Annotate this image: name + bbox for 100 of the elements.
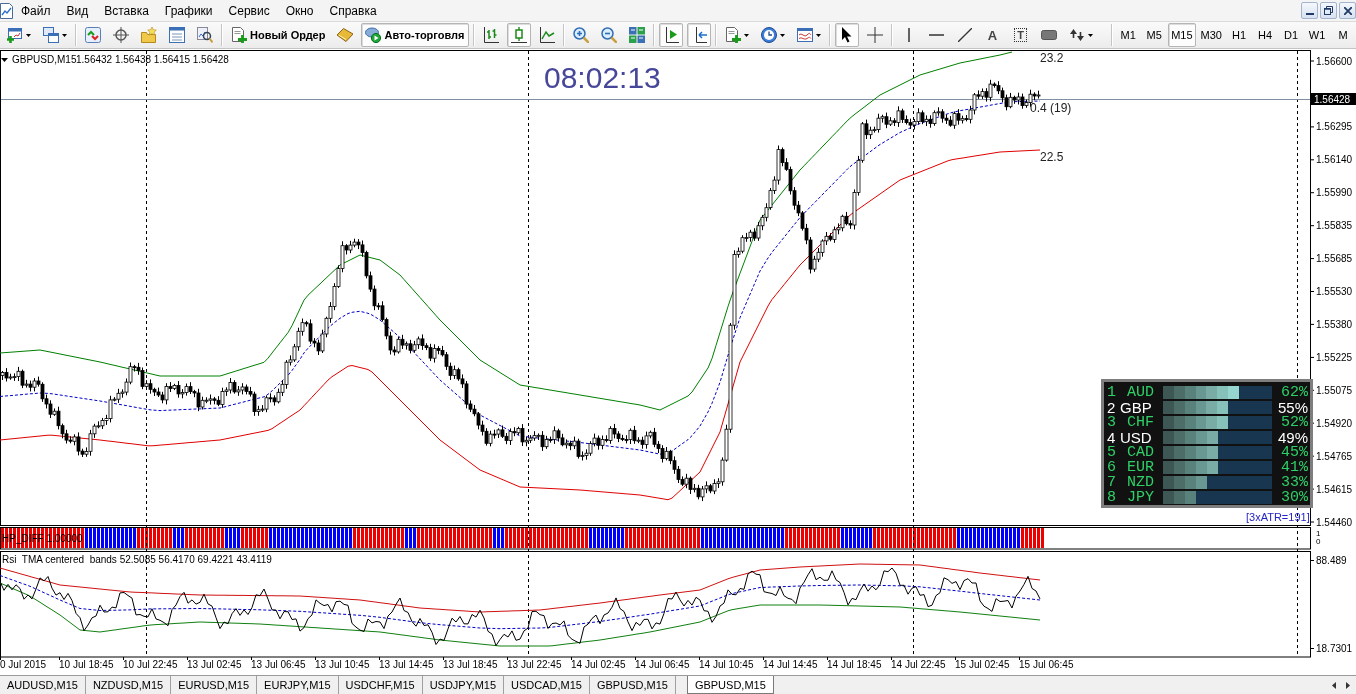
menu-item[interactable]: Справка — [321, 1, 385, 20]
chart-tab[interactable]: USDJPY,M15 — [422, 676, 505, 694]
window-plus-icon[interactable] — [7, 27, 23, 43]
restore-icon[interactable] — [1324, 6, 1333, 15]
minimize-button[interactable] — [1301, 2, 1318, 19]
currency-code: JPY — [1127, 490, 1155, 505]
price-axis-label: 1.54460 — [1316, 516, 1353, 528]
indicator-axis-label: 1 — [1316, 529, 1321, 538]
timeframe-button[interactable]: M1 — [1116, 23, 1141, 47]
time-axis-label: 15 Jul 02:45 — [955, 659, 1010, 670]
menu-item[interactable]: Файл — [13, 1, 59, 20]
clock-icon[interactable] — [760, 27, 777, 43]
price-axis-label: 1.56140 — [1316, 154, 1353, 166]
chart-tab[interactable]: AUDUSD,M15 — [0, 676, 86, 694]
new-order-button[interactable]: Новый Ордер — [227, 23, 330, 47]
menu-item[interactable]: Вставка — [96, 1, 157, 20]
rank-number: 3 — [1107, 415, 1117, 430]
chart-tab[interactable]: EURJPY,M15 — [257, 676, 339, 694]
document-plus-icon[interactable] — [724, 27, 741, 43]
scroll-left-icon[interactable] — [1332, 681, 1336, 689]
timeframe-button[interactable]: H4 — [1253, 23, 1277, 47]
price-axis-label: 1.54920 — [1316, 417, 1353, 429]
trend-line-icon[interactable] — [957, 28, 972, 42]
time-axis-label: 13 Jul 02:45 — [187, 659, 242, 670]
document-plus-icon[interactable] — [231, 27, 247, 43]
currency-code: CHF — [1127, 415, 1155, 430]
timeframe-button[interactable]: M5 — [1142, 23, 1167, 47]
chart-tab[interactable]: EURUSD,M15 — [171, 676, 258, 694]
chart-tab[interactable]: NZDUSD,M15 — [85, 676, 172, 694]
chart-document-icon[interactable] — [0, 2, 13, 19]
text-label-button[interactable]: T — [1008, 23, 1033, 47]
rank-number: 2 — [1107, 400, 1117, 415]
stacked-windows-icon[interactable] — [43, 27, 59, 43]
indicator-axis-label: 0 — [1316, 537, 1321, 546]
caret-icon[interactable] — [1, 58, 8, 62]
menu-item[interactable]: Вид — [58, 1, 97, 20]
menu-item[interactable]: Окно — [277, 1, 322, 20]
time-axis-label: 13 Jul 18:45 — [443, 659, 498, 670]
price-axis-label: 1.55835 — [1316, 220, 1353, 232]
indicator-label: Rsi TMA centered bands 52.5085 56.4170 69.4221 43.4119 — [2, 554, 272, 565]
menu-item[interactable]: Сервис — [220, 1, 278, 20]
price-axis-label: 1.55380 — [1316, 318, 1353, 330]
price-axis-label: 1.54615 — [1316, 483, 1353, 495]
timeframe-button[interactable]: M30 — [1197, 23, 1225, 47]
chart-tab[interactable]: GBPUSD,M15 — [589, 676, 676, 694]
timeframe-button[interactable]: H1 — [1227, 23, 1251, 47]
timeframe-button[interactable]: M15 — [1168, 23, 1196, 47]
current-price-tag: 1.56428 — [1311, 93, 1356, 105]
text-tool-button[interactable]: A — [980, 23, 1005, 47]
strength-percent: 55% — [1276, 400, 1308, 415]
pointer-icon[interactable] — [841, 27, 852, 43]
caret-icon[interactable] — [815, 33, 821, 37]
currency-code: EUR — [1127, 460, 1155, 475]
rank-number: 5 — [1107, 445, 1117, 460]
wave-window-icon[interactable] — [796, 27, 813, 43]
ohlc-quotes: 1.56432 1.56438 1.56415 1.56428 — [76, 54, 229, 65]
price-axis-label: 1.56600 — [1316, 55, 1353, 67]
strength-percent: 30% — [1280, 490, 1308, 505]
timeframe-button[interactable]: D1 — [1279, 23, 1303, 47]
cursor-button[interactable] — [834, 23, 859, 47]
strength-percent: 45% — [1280, 445, 1308, 460]
time-axis-label: 14 Jul 18:45 — [827, 659, 882, 670]
price-axis-label: 1.56295 — [1316, 121, 1353, 133]
clock-time: 08:02:13 — [544, 61, 661, 94]
up-down-arrows-icon[interactable] — [1068, 27, 1085, 43]
chart-symbol-label: GBPUSD,M15 — [12, 54, 77, 65]
time-axis-label: 14 Jul 06:45 — [635, 659, 690, 670]
price-axis-label: 1.54765 — [1316, 450, 1353, 462]
timeframe-button[interactable]: M — [1331, 23, 1355, 47]
close-icon[interactable] — [1343, 6, 1352, 15]
vertical-line-icon[interactable] — [907, 28, 910, 42]
rounded-rectangle-icon[interactable] — [1040, 30, 1057, 40]
auto-trading-button[interactable]: Авто-торговля — [361, 23, 469, 47]
time-axis-label: 14 Jul 10:45 — [699, 659, 754, 670]
caret-icon[interactable] — [1087, 33, 1093, 37]
time-axis-label: 15 Jul 06:45 — [1019, 659, 1074, 670]
menu-item[interactable]: Графики — [156, 1, 221, 20]
cloud-play-icon[interactable] — [365, 27, 382, 43]
band-value-label: 23.2 — [1040, 51, 1064, 65]
chart-tab[interactable]: USDCHF,M15 — [338, 676, 423, 694]
rank-number: 7 — [1107, 475, 1117, 490]
scroll-right-icon[interactable] — [1346, 681, 1350, 689]
time-axis-label: 14 Jul 02:45 — [571, 659, 626, 670]
caret-icon[interactable] — [26, 33, 31, 37]
chart-tab[interactable]: USDCAD,M15 — [504, 676, 590, 694]
strength-percent: 62% — [1280, 385, 1308, 400]
restore-button[interactable] — [1320, 2, 1337, 19]
close-button[interactable] — [1339, 2, 1356, 19]
chart-tab[interactable]: GBPUSD,M15 — [686, 676, 774, 694]
price-axis-label: 1.55530 — [1316, 286, 1353, 297]
currency-code: USD — [1120, 430, 1153, 445]
time-axis-label: 0 Jul 2015 — [0, 659, 47, 670]
caret-icon[interactable] — [779, 33, 785, 37]
caret-icon[interactable] — [62, 33, 67, 37]
rank-number: 8 — [1107, 490, 1117, 505]
strength-percent: 49% — [1276, 430, 1308, 445]
minimize-icon[interactable] — [1305, 13, 1314, 15]
caret-icon[interactable] — [743, 33, 749, 37]
time-axis-label: 13 Jul 14:45 — [379, 659, 434, 670]
timeframe-button[interactable]: W1 — [1305, 23, 1329, 47]
